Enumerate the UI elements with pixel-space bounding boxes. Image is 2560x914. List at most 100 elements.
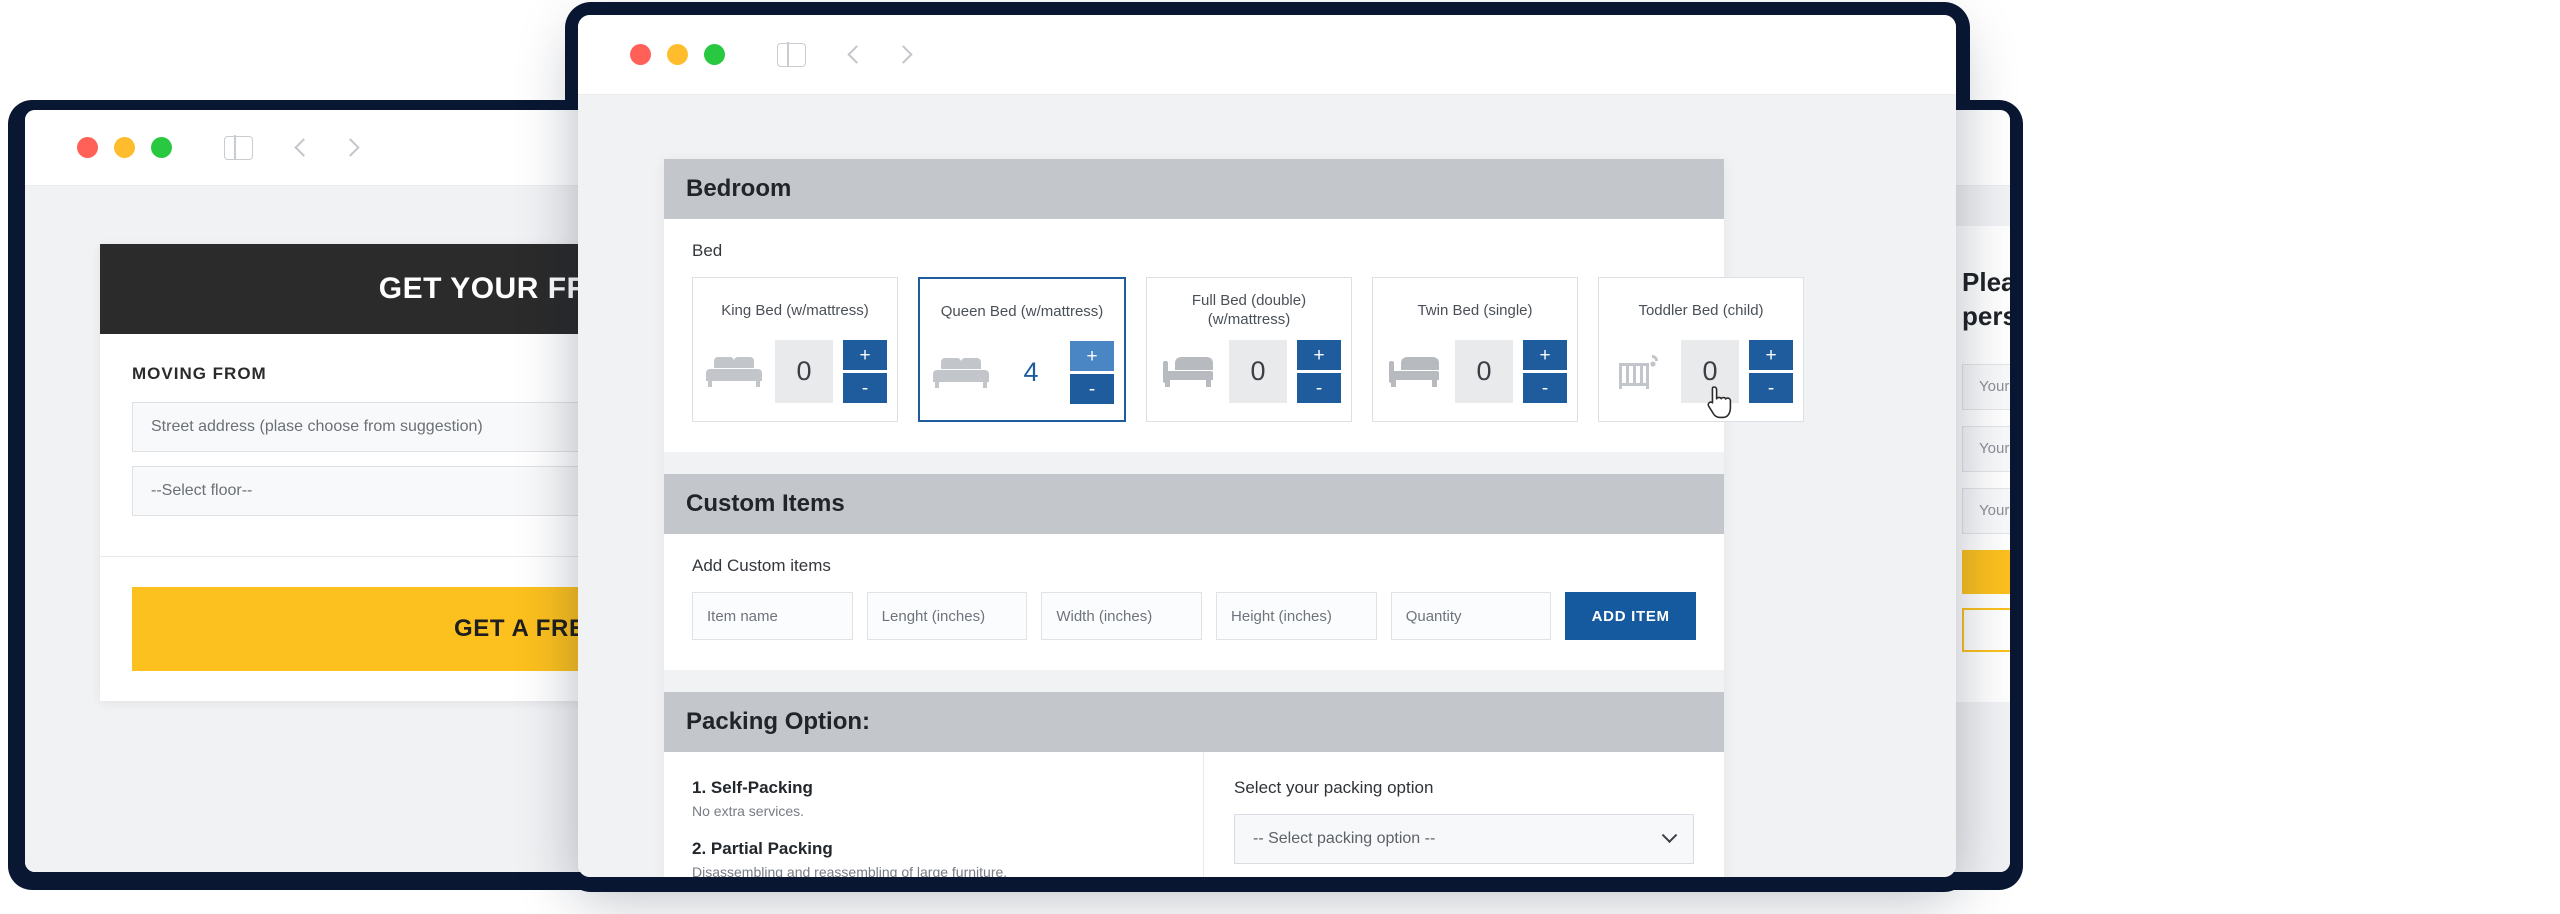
item-quantity-value: 0: [1229, 340, 1287, 403]
bedroom-section-header: Bedroom: [664, 159, 1724, 219]
decrement-button[interactable]: -: [1297, 373, 1341, 403]
packing-option-self: 1. Self-Packing No extra services.: [692, 778, 1175, 819]
item-controls: 0 + -: [1383, 340, 1567, 403]
decrement-button[interactable]: -: [1523, 373, 1567, 403]
bedroom-section: Bedroom Bed King Bed (w/mattress) 0 + - …: [664, 159, 1804, 452]
select-packing-label: Select your packing option: [1234, 778, 1434, 797]
item-quantity-value: 4: [1002, 341, 1060, 404]
packing-option-partial: 2. Partial Packing Disassembling and rea…: [692, 839, 1175, 877]
back-nav-arrows: [294, 138, 360, 157]
your-phone-input[interactable]: Your phone number: [1962, 487, 2010, 534]
your-name-input[interactable]: Your name: [1962, 363, 2010, 410]
double-bed-icon: [930, 341, 992, 404]
item-card-full-bed[interactable]: Full Bed (double) (w/mattress) 0 + -: [1146, 277, 1352, 422]
item-card-twin-bed[interactable]: Twin Bed (single) 0 + -: [1372, 277, 1578, 422]
custom-items-section-header: Custom Items: [664, 474, 1724, 534]
item-name: Full Bed (double) (w/mattress): [1191, 292, 1307, 328]
item-stepper: + -: [1297, 340, 1341, 403]
item-quantity-value: 0: [1455, 340, 1513, 403]
item-quantity-value: 0: [1681, 340, 1739, 403]
maximize-button[interactable]: [704, 44, 725, 65]
back-traffic-lights: [77, 137, 172, 158]
front-window-body: Bedroom Bed King Bed (w/mattress) 0 + - …: [578, 95, 1956, 877]
item-controls: 4 + -: [930, 341, 1114, 404]
item-quantity-value: 0: [775, 340, 833, 403]
increment-button[interactable]: +: [1297, 340, 1341, 370]
packing-option-title: 1. Self-Packing: [692, 778, 813, 797]
decrement-button[interactable]: -: [843, 373, 887, 403]
section-gap-1: [664, 452, 1724, 474]
packing-option-desc: No extra services.: [692, 803, 805, 819]
item-name: King Bed (w/mattress): [721, 301, 869, 319]
custom-item-fields-row: Item name Lenght (inches) Width (inches)…: [692, 592, 1697, 640]
minimize-button[interactable]: [667, 44, 688, 65]
front-browser-window: Bedroom Bed King Bed (w/mattress) 0 + - …: [578, 15, 1956, 877]
chevron-left-icon[interactable]: [294, 138, 313, 157]
length-input[interactable]: Lenght (inches): [866, 592, 1028, 640]
chevron-right-icon[interactable]: [894, 45, 913, 64]
personal-info-title: Please fill your personal information:: [1962, 267, 2010, 331]
bedroom-section-body: Bed King Bed (w/mattress) 0 + - Queen Be…: [664, 219, 1804, 452]
add-custom-items-label: Add Custom items: [692, 556, 831, 575]
packing-option-select[interactable]: -- Select packing option --: [1234, 814, 1694, 864]
chevron-down-icon: [1661, 826, 1678, 843]
increment-button[interactable]: +: [1523, 340, 1567, 370]
select-floor-dropdown[interactable]: --Select floor--: [132, 466, 623, 516]
item-name-input[interactable]: Item name: [692, 592, 853, 640]
section-gap-2: [664, 670, 1724, 692]
increment-button[interactable]: +: [843, 340, 887, 370]
item-stepper: + -: [1070, 341, 1114, 404]
packing-selection: Select your packing option -- Select pac…: [1204, 752, 1724, 877]
item-name: Toddler Bed (child): [1638, 301, 1764, 319]
packing-option-desc: Disassembling and reassembling of large …: [692, 864, 1008, 877]
close-button[interactable]: [77, 137, 98, 158]
increment-button[interactable]: +: [1070, 341, 1114, 371]
custom-items-body: Add Custom items Item name Lenght (inche…: [664, 534, 1724, 670]
single-bed-icon: [1383, 340, 1445, 403]
screenshot-stage: ER X 1; H THE PRICE GET YOUR FREE MOVING…: [0, 0, 2560, 914]
single-bed-icon: [1157, 340, 1219, 403]
your-email-input[interactable]: Your email: [1962, 425, 2010, 472]
add-item-button[interactable]: ADD ITEM: [1565, 592, 1697, 640]
front-nav-arrows: [847, 45, 913, 64]
increment-button[interactable]: +: [1749, 340, 1793, 370]
item-controls: 0 + -: [1157, 340, 1341, 403]
front-window-titlebar: [578, 15, 1956, 95]
height-input[interactable]: Height (inches): [1216, 592, 1377, 640]
decrement-button[interactable]: -: [1070, 374, 1114, 404]
custom-items-section: Custom Items Add Custom items Item name …: [664, 474, 1724, 670]
bed-group-label: Bed: [692, 241, 723, 260]
item-card-queen-bed[interactable]: Queen Bed (w/mattress) 4 + -: [918, 277, 1126, 422]
close-button[interactable]: [630, 44, 651, 65]
packing-option-title: 2. Partial Packing: [692, 839, 833, 858]
crib-icon: [1609, 340, 1671, 403]
item-card-toddler-bed[interactable]: Toddler Bed (child) 0 + -: [1598, 277, 1804, 422]
inventory-form-page: Bedroom Bed King Bed (w/mattress) 0 + - …: [664, 159, 1804, 877]
item-controls: 0 + -: [703, 340, 887, 403]
personal-previous-button[interactable]: PREVIOUS: [1962, 607, 2010, 652]
item-controls: 0 + -: [1609, 340, 1793, 403]
chevron-right-icon[interactable]: [341, 138, 360, 157]
quantity-input[interactable]: Quantity: [1390, 592, 1552, 640]
packing-option-section-header: Packing Option:: [664, 692, 1724, 752]
confirm-and-send-button[interactable]: CONFIRM AND SEND: [1962, 549, 2010, 594]
item-name: Twin Bed (single): [1417, 301, 1533, 319]
sidebar-toggle-icon[interactable]: [777, 41, 806, 68]
item-card-king-bed[interactable]: King Bed (w/mattress) 0 + -: [692, 277, 898, 422]
packing-option-section: Packing Option: 1. Self-Packing No extra…: [664, 692, 1724, 877]
maximize-button[interactable]: [151, 137, 172, 158]
item-name: Queen Bed (w/mattress): [940, 302, 1104, 320]
sidebar-toggle-icon[interactable]: [224, 134, 253, 161]
item-stepper: + -: [843, 340, 887, 403]
width-input[interactable]: Width (inches): [1041, 592, 1203, 640]
item-stepper: + -: [1523, 340, 1567, 403]
decrement-button[interactable]: -: [1749, 373, 1793, 403]
item-stepper: + -: [1749, 340, 1793, 403]
minimize-button[interactable]: [114, 137, 135, 158]
packing-option-body: 1. Self-Packing No extra services. 2. Pa…: [664, 752, 1724, 877]
chevron-left-icon[interactable]: [847, 45, 866, 64]
double-bed-icon: [703, 340, 765, 403]
packing-descriptions: 1. Self-Packing No extra services. 2. Pa…: [664, 752, 1204, 877]
packing-select-value: -- Select packing option --: [1253, 830, 1436, 847]
bed-item-cards: King Bed (w/mattress) 0 + - Queen Bed (w…: [692, 277, 1804, 422]
